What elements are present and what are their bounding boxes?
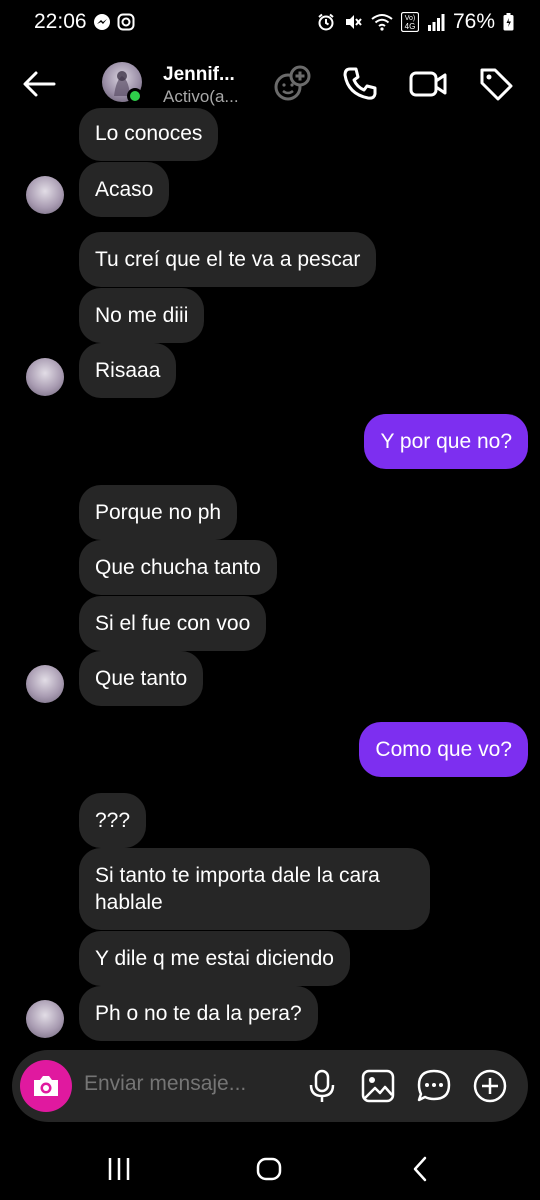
gallery-icon[interactable] [360,1068,396,1104]
home-icon[interactable] [254,1154,284,1184]
messenger-icon [94,14,110,30]
message-bubble-incoming[interactable]: Porque no ph [79,485,238,540]
recent-apps-icon[interactable] [104,1154,134,1184]
message-bubble-incoming[interactable]: Que tanto [79,651,204,706]
contact-name[interactable]: Jennif... [163,64,235,86]
message-composer [12,1050,528,1122]
svg-text:4G: 4G [405,22,416,31]
svg-text:Vo): Vo) [405,15,416,22]
message-input[interactable] [84,1072,284,1096]
message-bubble-incoming[interactable]: ??? [79,793,147,848]
message-bubble-incoming[interactable]: Si el fue con voo [79,596,267,651]
message-bubble-incoming[interactable]: Risaaa [79,343,177,398]
sender-avatar[interactable] [26,665,64,703]
alarm-icon [318,13,334,31]
mute-icon [345,15,362,29]
back-nav-icon[interactable] [406,1154,436,1184]
plus-circle-icon[interactable] [472,1068,508,1104]
volte-icon: Vo) 4G [400,12,419,32]
status-time: 22:06 [34,10,87,33]
video-call-icon[interactable] [408,64,448,104]
message-bubble-incoming[interactable]: Si tanto te importa dale la cara hablale [79,848,430,930]
status-right-cluster: Vo) 4G 76% [317,10,514,34]
camera-icon [34,1076,58,1096]
sender-avatar[interactable] [26,358,64,396]
message-bubble-outgoing[interactable]: Y por que no? [364,414,528,469]
camera-button[interactable] [20,1060,72,1112]
chat-header: Jennif... Activo(a... [0,50,540,120]
tag-icon[interactable] [476,64,516,104]
phone-call-icon[interactable] [340,64,380,104]
sender-avatar[interactable] [26,176,64,214]
contact-status: Activo(a... [163,87,239,106]
android-nav-bar [0,1130,540,1200]
wifi-icon [371,14,393,31]
microphone-icon[interactable] [304,1068,340,1104]
message-bubble-incoming[interactable]: Lo conoces [79,108,219,161]
message-bubble-incoming[interactable]: No me diii [79,288,205,343]
sticker-add-icon[interactable] [272,64,312,104]
message-bubble-outgoing[interactable]: Como que vo? [359,722,528,777]
signal-icon [427,14,445,31]
battery-icon [503,13,514,31]
back-arrow-icon[interactable] [20,64,60,104]
message-bubble-incoming[interactable]: Acaso [79,162,170,217]
message-bubble-incoming[interactable]: Ph o no te da la pera? [79,986,318,1041]
message-bubble-incoming[interactable]: Que chucha tanto [79,540,277,595]
status-bar: 22:06 Vo) 4G 76% [0,0,540,46]
message-bubble-incoming[interactable]: Y dile q me estai diciendo [79,931,350,986]
sticker-chat-icon[interactable] [416,1068,452,1104]
sender-avatar[interactable] [26,1000,64,1038]
instagram-icon [117,13,135,31]
battery-percent: 76% [452,10,495,33]
online-indicator [127,88,143,104]
message-bubble-incoming[interactable]: Tu creí que el te va a pescar [79,232,377,287]
